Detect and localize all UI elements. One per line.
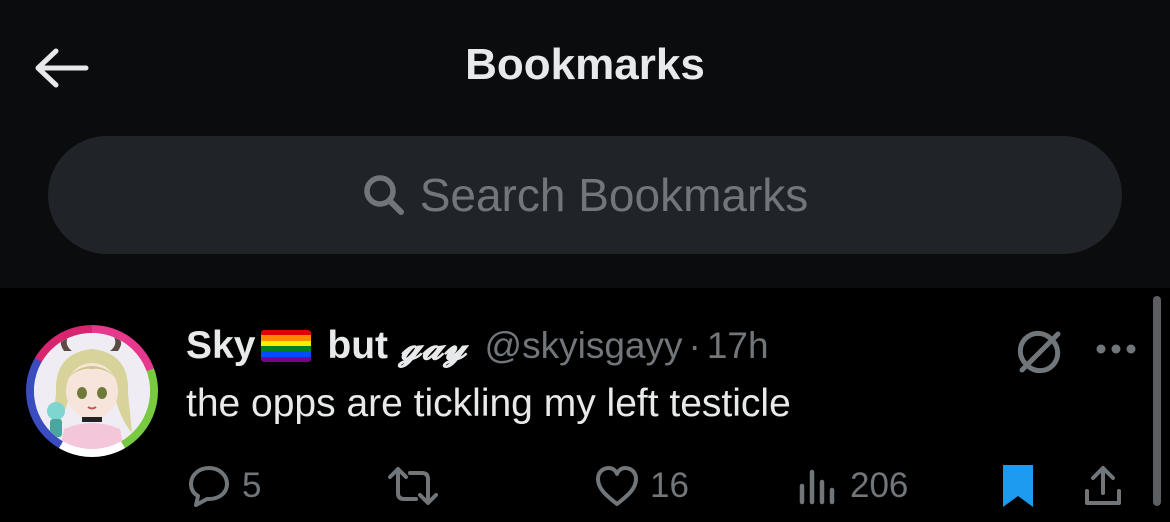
search-icon [363,175,404,215]
reply-count: 5 [242,466,262,505]
grok-icon [1017,330,1061,374]
avatar-image [34,333,150,449]
page-title: Bookmarks [465,40,705,89]
tweet-header: Sky but 𝓰𝓪𝔂 @skyisgayy · 17h [186,320,769,372]
display-name[interactable]: Sky [186,324,255,368]
user-handle[interactable]: @skyisgayy [485,325,683,367]
display-name-styled[interactable]: 𝓰𝓪𝔂 [400,324,467,369]
like-button[interactable]: 16 [594,458,689,514]
tweet-actions: 5 16 206 [0,458,1170,514]
display-name-suffix[interactable]: but [327,324,388,368]
rainbow-flag-icon [261,330,312,362]
search-input[interactable]: Search Bookmarks [48,136,1122,254]
bookmark-filled-icon [1003,465,1033,507]
reply-icon [189,466,229,507]
more-options-button[interactable] [1092,334,1140,364]
search-placeholder: Search Bookmarks [419,169,809,221]
share-icon [1085,466,1121,505]
scrollbar[interactable] [1153,296,1161,506]
top-bar: Bookmarks Search Bookmarks [0,0,1170,288]
retweet-icon [388,467,438,505]
reply-button[interactable]: 5 [186,458,261,514]
more-icon [1096,344,1136,354]
grok-button[interactable] [1014,326,1064,376]
timestamp[interactable]: 17h [707,325,769,367]
separator: · [688,325,701,366]
retweet-button[interactable] [386,458,450,514]
tweet[interactable]: Sky but 𝓰𝓪𝔂 @skyisgayy · 17h the opps ar… [0,288,1170,522]
bookmark-button[interactable] [998,458,1038,514]
like-count: 16 [650,466,689,505]
analytics-icon [799,469,835,505]
views-button[interactable]: 206 [796,458,908,514]
share-button[interactable] [1082,458,1124,514]
view-count: 206 [850,466,909,505]
heart-icon [596,466,638,506]
tweet-text: the opps are tickling my left testicle [186,382,791,425]
avatar[interactable] [26,325,158,457]
